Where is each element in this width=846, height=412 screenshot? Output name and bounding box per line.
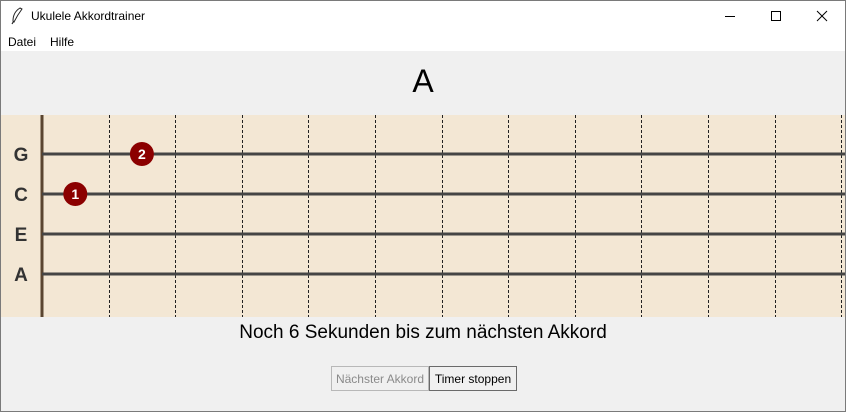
fretboard: GCEA 2 1: [1, 115, 845, 317]
close-icon: [816, 10, 828, 22]
menu-hilfe[interactable]: Hilfe: [50, 35, 74, 49]
feather-icon: [11, 7, 23, 25]
title-bar[interactable]: Ukulele Akkordtrainer: [1, 1, 845, 31]
maximize-icon: [771, 11, 781, 21]
close-button[interactable]: [799, 1, 845, 31]
fretboard-background: [1, 115, 845, 317]
string-label-e: E: [15, 225, 28, 246]
string-label-a: A: [14, 265, 28, 286]
minimize-icon: [725, 16, 735, 17]
app-window: Ukulele Akkordtrainer Datei Hilfe A GCEA…: [0, 0, 846, 412]
string-label-c: C: [14, 185, 28, 206]
string-label-g: G: [14, 145, 29, 166]
window-title: Ukulele Akkordtrainer: [31, 9, 146, 23]
menu-bar: Datei Hilfe: [1, 31, 845, 51]
finger-number: 2: [138, 146, 146, 162]
countdown-text: Noch 6 Sekunden bis zum nächsten Akkord: [239, 322, 607, 343]
next-chord-button[interactable]: Nächster Akkord: [331, 366, 429, 391]
stop-timer-button[interactable]: Timer stoppen: [429, 366, 517, 391]
finger-number: 1: [71, 186, 79, 202]
chord-name: A: [412, 63, 434, 99]
maximize-button[interactable]: [753, 1, 799, 31]
menu-datei[interactable]: Datei: [8, 35, 36, 49]
minimize-button[interactable]: [707, 1, 753, 31]
